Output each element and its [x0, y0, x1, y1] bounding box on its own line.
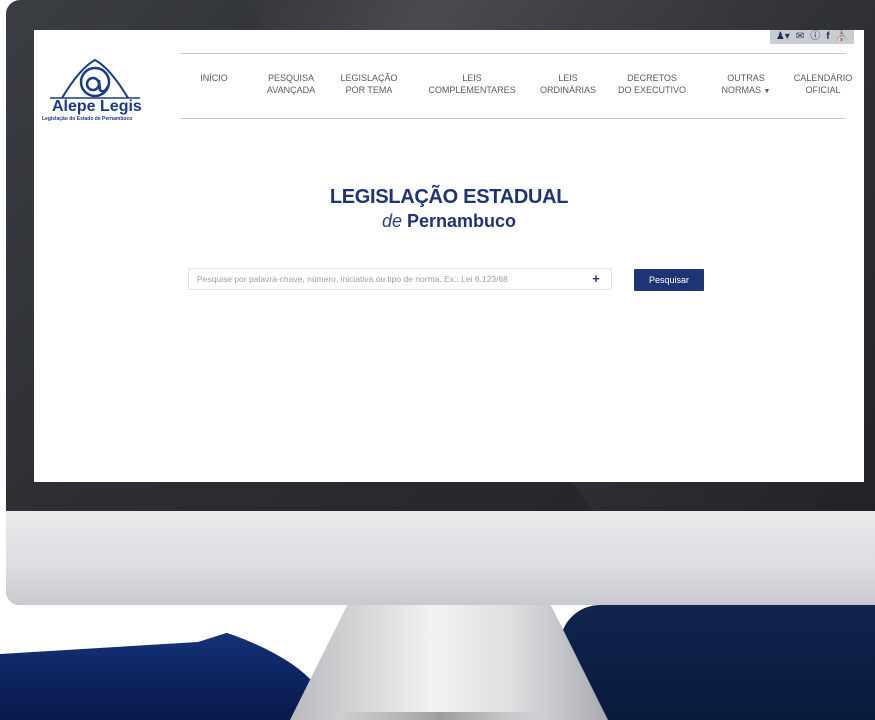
nav-item-legislacao-por-tema[interactable]: LEGISLAÇÃO POR TEMA: [340, 72, 397, 96]
page-title: LEGISLAÇÃO ESTADUAL: [329, 186, 569, 208]
nav-label-line1: DECRETOS: [627, 73, 677, 83]
nav-label-line1: OUTRAS: [727, 73, 765, 83]
mail-icon[interactable]: ✉: [796, 30, 804, 44]
at-sign-emblem-icon: [50, 58, 140, 99]
nav-label-line2: NORMAS: [721, 85, 762, 95]
main-nav: INÍCIO PESQUISA AVANÇADA LEGISLAÇÃO POR …: [180, 72, 852, 102]
logo-subtitle: Legislação do Estado de Pernambuco: [42, 116, 133, 122]
subtitle-prefix: de: [381, 211, 402, 231]
search-input[interactable]: [188, 268, 612, 290]
page-subtitle: de Pernambuco: [34, 211, 864, 232]
stand-shadow: [340, 712, 540, 720]
nav-label-line2: OFICIAL: [805, 85, 841, 95]
nav-label-line2: POR TEMA: [345, 85, 393, 95]
nav-label: INÍCIO: [200, 73, 228, 83]
info-icon[interactable]: ⓘ: [810, 30, 820, 44]
facebook-icon[interactable]: f: [826, 30, 829, 44]
search-button[interactable]: Pesquisar: [634, 269, 704, 291]
nav-label-line1: LEIS: [462, 73, 482, 83]
background-wave-right: [560, 605, 875, 720]
top-icon-bar: ♟▾ ✉ ⓘ f ⛪: [769, 30, 854, 44]
nav-item-calendario-oficial[interactable]: CALENDÁRIO OFICIAL: [794, 72, 853, 96]
nav-label-line1: PESQUISA: [267, 73, 314, 83]
monitor-chin: [6, 511, 875, 605]
nav-label-line2: ORDINÁRIAS: [539, 85, 597, 95]
nav-item-leis-complementares[interactable]: LEIS COMPLEMENTARES: [428, 72, 515, 96]
subtitle-state: Pernambuco: [407, 211, 517, 231]
building-icon[interactable]: ⛪: [836, 30, 848, 44]
nav-label-line2: AVANÇADA: [266, 85, 316, 95]
background-wave-left: [0, 600, 330, 720]
nav-label-line1: LEIS: [558, 73, 578, 83]
nav-item-inicio[interactable]: INÍCIO: [200, 72, 228, 84]
logo-name: Alepe Legis: [52, 98, 142, 115]
nav-label-line1: CALENDÁRIO: [793, 73, 853, 83]
user-icon[interactable]: ♟▾: [776, 30, 790, 44]
monitor-stand: [290, 605, 608, 720]
nav-top-divider: [180, 53, 846, 54]
alepe-legis-logo[interactable]: Alepe Legis Legislação do Estado de Pern…: [40, 58, 150, 128]
nav-item-decretos-do-executivo[interactable]: DECRETOS DO EXECUTIVO: [618, 72, 686, 96]
caret-down-icon: ▼: [763, 88, 771, 95]
nav-item-leis-ordinarias[interactable]: LEIS ORDINÁRIAS: [540, 72, 596, 96]
nav-label-line2: DO EXECUTIVO: [617, 85, 687, 95]
nav-bottom-divider: [180, 118, 846, 119]
nav-item-pesquisa-avancada[interactable]: PESQUISA AVANÇADA: [267, 72, 315, 96]
advanced-options-plus-button[interactable]: +: [587, 271, 605, 287]
nav-label-line1: LEGISLAÇÃO: [340, 73, 398, 83]
website-screen: ♟▾ ✉ ⓘ f ⛪ Alepe Legis Legislação do Est…: [34, 30, 864, 482]
nav-item-outras-normas[interactable]: OUTRAS NORMAS ▼: [722, 72, 771, 98]
nav-label-line2: COMPLEMENTARES: [428, 85, 516, 95]
page-heading: LEGISLAÇÃO ESTADUAL de Pernambuco: [34, 186, 864, 232]
